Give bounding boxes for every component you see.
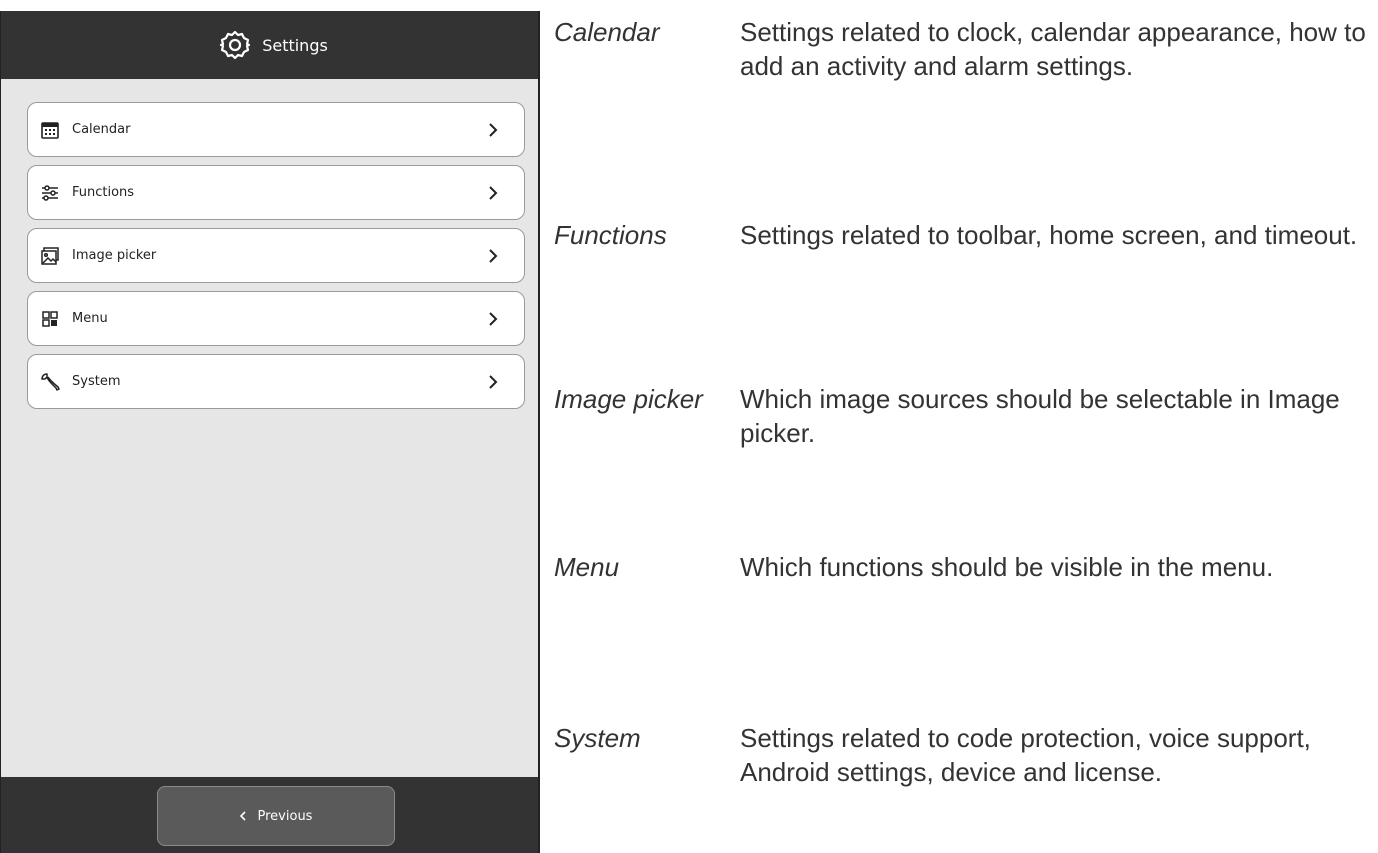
settings-screen: Settings Calendar Functions Image picker…: [0, 11, 540, 853]
chevron-right-icon: [488, 248, 498, 263]
description-term: System: [554, 723, 641, 753]
description-term: Image picker: [554, 384, 703, 414]
settings-item-functions[interactable]: Functions: [27, 165, 525, 220]
description-text: Settings related to code protection, voi…: [740, 723, 1311, 787]
description-row-functions: Functions Settings related to toolbar, h…: [554, 218, 1378, 252]
sliders-icon: [40, 183, 60, 203]
image-icon: [40, 246, 60, 266]
settings-list: Calendar Functions Image picker Menu Sys…: [27, 102, 525, 417]
settings-item-label: Menu: [72, 311, 108, 326]
settings-item-label: System: [72, 374, 121, 389]
description-text: Which image sources should be selectable…: [740, 384, 1340, 448]
settings-item-image-picker[interactable]: Image picker: [27, 228, 525, 283]
page-title: Settings: [262, 35, 328, 55]
settings-item-calendar[interactable]: Calendar: [27, 102, 525, 157]
top-bar: Settings: [1, 11, 538, 79]
chevron-right-icon: [488, 122, 498, 137]
description-term: Menu: [554, 552, 620, 582]
calendar-icon: [40, 120, 60, 140]
description-text: Settings related to clock, calendar appe…: [740, 17, 1366, 81]
description-term: Calendar: [554, 17, 660, 47]
chevron-right-icon: [488, 374, 498, 389]
description-row-calendar: Calendar Settings related to clock, cale…: [554, 15, 1370, 83]
grid-icon: [40, 309, 60, 329]
previous-button[interactable]: Previous: [157, 786, 395, 846]
bottom-bar: Previous: [1, 777, 538, 853]
chevron-right-icon: [488, 311, 498, 326]
description-row-system: System Settings related to code protecti…: [554, 721, 1378, 789]
previous-label: Previous: [257, 808, 313, 824]
settings-item-system[interactable]: System: [27, 354, 525, 409]
settings-item-label: Calendar: [72, 122, 131, 137]
settings-item-label: Image picker: [72, 248, 157, 263]
description-row-image-picker: Image picker Which image sources should …: [554, 382, 1378, 450]
gear-icon: [219, 29, 251, 61]
wrench-icon: [40, 372, 60, 392]
description-text: Settings related to toolbar, home screen…: [740, 220, 1358, 250]
description-term: Functions: [554, 220, 667, 250]
description-row-menu: Menu Which functions should be visible i…: [554, 550, 1300, 584]
settings-item-menu[interactable]: Menu: [27, 291, 525, 346]
description-text: Which functions should be visible in the…: [740, 552, 1274, 582]
chevron-left-icon: [239, 811, 246, 821]
chevron-right-icon: [488, 185, 498, 200]
header: Settings: [219, 29, 328, 61]
settings-item-label: Functions: [72, 185, 135, 200]
